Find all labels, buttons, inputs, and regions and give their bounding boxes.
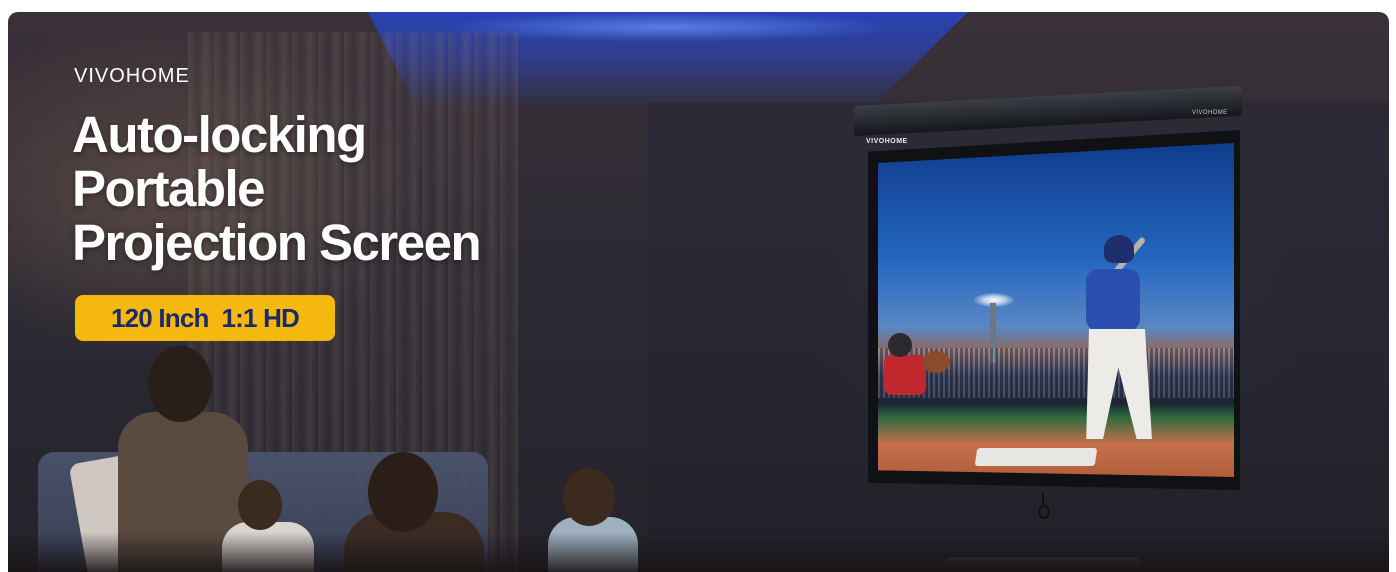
- projection-screen: VIVOHOME VIVOHOME: [854, 85, 1244, 528]
- father-head: [148, 346, 212, 422]
- home-base: [974, 448, 1098, 466]
- batter-helmet: [1104, 235, 1134, 263]
- headline: Auto-locking Portable Projection Screen: [72, 106, 482, 271]
- pull-ring: [1038, 505, 1050, 519]
- screen-image-baseball: [878, 143, 1234, 477]
- headline-line-3: Projection Screen: [72, 214, 482, 271]
- child-right-head: [563, 468, 615, 526]
- spec-badge: 120 Inch 1:1 HD: [75, 295, 335, 341]
- screen-housing-brand-left: VIVOHOME: [866, 138, 908, 145]
- brand-logo: VIVOHOME: [74, 65, 190, 87]
- pull-cord-ring-icon: [1037, 493, 1050, 519]
- batter-legs: [1086, 329, 1152, 439]
- catcher-figure: [884, 333, 950, 423]
- batter-figure: [1056, 235, 1166, 450]
- hero-banner[interactable]: VIVOHOME VIVOHOME VIVOHOME Auto-locking …: [8, 12, 1389, 572]
- mother-head: [368, 452, 438, 532]
- floor-shadow: [8, 532, 1389, 572]
- catcher-helmet: [888, 333, 912, 357]
- screen-housing-brand-right: VIVOHOME: [1192, 110, 1228, 116]
- screen-housing: [854, 85, 1242, 136]
- headline-line-2: Portable: [72, 160, 266, 217]
- catcher-mitt: [922, 351, 950, 373]
- headline-line-1: Auto-locking: [72, 106, 367, 163]
- catcher-body: [884, 355, 926, 395]
- child-left-head: [238, 480, 282, 530]
- pull-cord: [1042, 493, 1044, 505]
- batter-torso: [1086, 269, 1140, 331]
